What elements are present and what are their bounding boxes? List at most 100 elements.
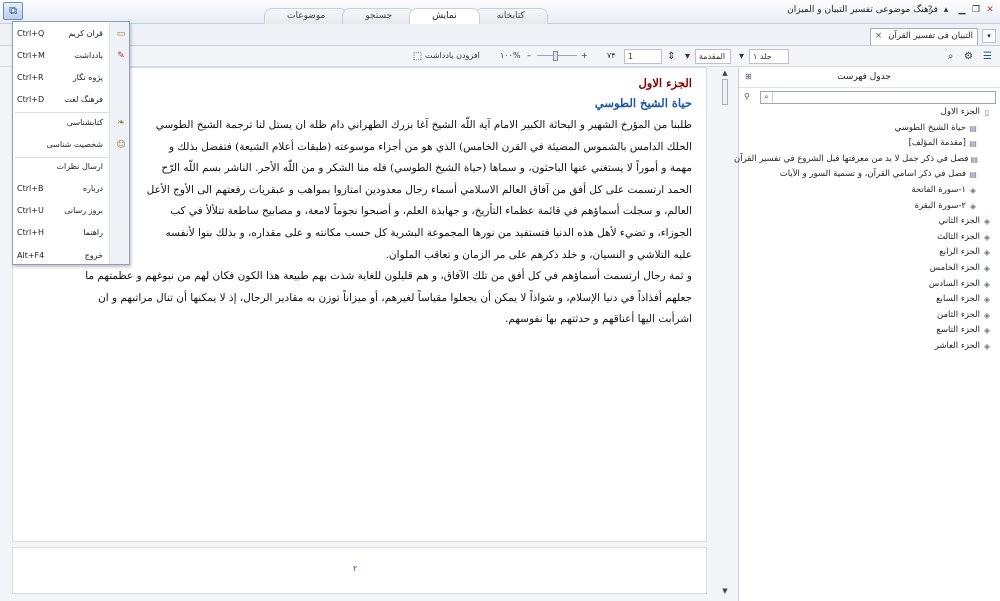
- menu-label: کتابشناسی: [66, 118, 103, 127]
- toc-item[interactable]: ▤ حياة الشيخ الطوسي: [744, 121, 992, 137]
- text-line: جعلهم أفذاذاً في دنيا الإسلام، و شواذاً …: [98, 291, 692, 304]
- toc-item[interactable]: ▤ فصل في ذكر جمل لا بد من معرفتها قبل الش…: [734, 152, 992, 168]
- toc-item[interactable]: ◈ ٢-سورة البقرة: [744, 199, 992, 215]
- volume-select[interactable]: جلد ۱: [749, 49, 789, 64]
- zoom-slider-thumb[interactable]: [553, 51, 558, 61]
- menu-item[interactable]: Alt+F4 خروج: [13, 247, 131, 265]
- menu-item[interactable]: Ctrl+H راهنما: [13, 224, 131, 242]
- toc-item-label: ٢-سورة البقرة: [914, 200, 966, 211]
- menu-shortcut: Alt+F4: [17, 251, 45, 260]
- gear-icon[interactable]: ⚙: [961, 49, 976, 64]
- text-line: و ثمة رجال ارتسمت أسماؤهم في كل أفق من ت…: [85, 270, 692, 283]
- menu-shortcut: Ctrl+D: [17, 95, 45, 104]
- list-view-icon[interactable]: ☰: [980, 49, 995, 64]
- section-dropdown-icon[interactable]: ▾: [680, 49, 695, 64]
- add-note-button[interactable]: افزودن یادداشت: [425, 49, 480, 64]
- menu-item[interactable]: Ctrl+R پژوه نگار: [13, 69, 131, 87]
- menu-item[interactable]: Ctrl+B درباره: [13, 180, 131, 198]
- toc-item[interactable]: ◈ الجزء الرابع: [744, 245, 992, 261]
- toc-item-label: فصل في ذكر اسامي القرآن، و تسمية السور و…: [779, 169, 966, 180]
- tab-search[interactable]: جستجو: [342, 8, 416, 24]
- page-icon: ▤: [970, 154, 978, 164]
- menu-label: بروز رسانی: [64, 206, 103, 215]
- menu-shortcut: Ctrl+U: [17, 206, 44, 215]
- menu-item[interactable]: Ctrl+D فرهنگ لغت: [13, 91, 131, 109]
- toc-item[interactable]: ◈ الجزء الثاني: [744, 214, 992, 230]
- maximize-button[interactable]: ❐: [970, 4, 982, 17]
- book-closed-icon: ◈: [983, 295, 991, 305]
- menu-item[interactable]: کتابشناسی ❧: [13, 114, 131, 132]
- toc-item[interactable]: ◈ الجزء الخامس: [744, 261, 992, 277]
- toc-item[interactable]: ◈ الجزء الثامن: [744, 308, 992, 324]
- find-icon[interactable]: ⌕: [943, 49, 958, 64]
- toc-item[interactable]: ◈ الجزء السابع: [744, 292, 992, 308]
- options-icon[interactable]: ▴: [940, 4, 952, 17]
- zoom-out-button[interactable]: –: [527, 49, 531, 64]
- menu-item[interactable]: Ctrl+Q قران کریم ▭: [13, 25, 131, 43]
- tab-list-chevron-icon[interactable]: ▾: [982, 29, 996, 43]
- toc-item[interactable]: ◈ ١-سورة الفاتحة: [744, 183, 992, 199]
- menu-separator: [15, 112, 109, 113]
- toc-item-label: الجزء السادس: [928, 278, 980, 289]
- toc-search-input[interactable]: ⌕: [760, 91, 996, 104]
- toc-item[interactable]: ◈ الجزء العاشر: [744, 339, 992, 355]
- toc-item-label: الجزء الثامن: [937, 309, 980, 320]
- vertical-scrollbar[interactable]: ▲ ▼: [720, 68, 730, 596]
- close-tab-icon[interactable]: ×: [875, 29, 882, 45]
- document-tab-label: التبیان فی تفسیر القرآن: [888, 31, 973, 41]
- menu-item[interactable]: Ctrl+U بروز رسانی: [13, 202, 131, 220]
- toc-item-label: الجزء السابع: [936, 294, 980, 305]
- section-select[interactable]: المقدمة: [695, 49, 731, 64]
- menu-label: فرهنگ لغت: [64, 95, 103, 104]
- scroll-up-icon[interactable]: ▲: [720, 68, 730, 78]
- tab-view[interactable]: نمایش: [409, 8, 480, 24]
- text-line: اشرأبت اليها أعناقهم و حدثتهم بها نفوسهم…: [505, 313, 692, 326]
- toc-item[interactable]: ◈ الجزء السادس: [744, 277, 992, 293]
- page-number-input[interactable]: 1: [624, 49, 662, 64]
- volume-dropdown-icon[interactable]: ▾: [734, 49, 749, 64]
- book-closed-icon: ◈: [983, 341, 991, 351]
- page-icon: ▤: [969, 139, 977, 149]
- book-closed-icon: ◈: [983, 263, 991, 273]
- page-spinner-icon[interactable]: ⇕: [664, 49, 679, 64]
- search-icon[interactable]: ⌕: [761, 92, 773, 103]
- toc-item-label: الجزء الرابع: [939, 247, 980, 258]
- toc-item[interactable]: ▤ [مقدمة المؤلف]: [744, 136, 992, 152]
- page-icon: ▤: [969, 123, 977, 133]
- toc-item[interactable]: ▤ فصل في ذكر اسامي القرآن، و تسمية السور …: [744, 167, 992, 183]
- tab-library[interactable]: کتابخانه: [473, 8, 548, 24]
- document-tab[interactable]: التبیان فی تفسیر القرآن ×: [870, 28, 978, 45]
- tools-icon[interactable]: ⚲: [744, 92, 756, 101]
- note-add-icon[interactable]: ⬚: [410, 49, 425, 64]
- page-total: ۷۴: [607, 51, 616, 60]
- toc-item-label: الجزء الثاني: [938, 216, 980, 227]
- logo-icon: ⧉: [9, 4, 17, 17]
- menu-item[interactable]: شخصیت شناسی ☺: [13, 136, 131, 154]
- menu-label: قران کریم: [68, 29, 103, 38]
- book-closed-icon: ◈: [983, 217, 991, 227]
- minimize-button[interactable]: ▁: [956, 4, 968, 17]
- zoom-percent: ۱۰۰%: [500, 51, 521, 60]
- window-title: فرهنگ موضوعی تفسیر التبیان و المیزان: [787, 5, 938, 15]
- book-open-icon: ▯: [984, 108, 990, 117]
- toc-item-label: الجزء الخامس: [929, 262, 980, 273]
- toc-item[interactable]: ◈ الجزء التاسع: [744, 323, 992, 339]
- menu-item[interactable]: Ctrl+M یادداشت ✎: [13, 47, 131, 65]
- toc-title: جدول فهرست: [837, 72, 891, 82]
- app-menu-button[interactable]: ⧉: [3, 2, 23, 20]
- zoom-in-button[interactable]: +: [581, 49, 588, 64]
- menu-shortcut: Ctrl+M: [17, 51, 45, 60]
- scroll-track[interactable]: [720, 106, 730, 586]
- toc-search: ⚲ ⌕: [744, 91, 996, 106]
- toc-item[interactable]: ▯ الجزء الاول: [744, 105, 992, 121]
- menu-item[interactable]: ارسال نظرات: [13, 158, 131, 176]
- tab-topics[interactable]: موضوعات: [264, 8, 349, 24]
- scroll-down-icon[interactable]: ▼: [720, 586, 730, 596]
- title-bar: ⧉ موضوعات جستجو نمایش کتابخانه ? ▴ فرهنگ…: [0, 0, 1000, 24]
- book-closed-icon: ◈: [983, 326, 991, 336]
- toc-item[interactable]: ◈ الجزء الثالث: [744, 230, 992, 246]
- close-button[interactable]: ✕: [984, 4, 996, 17]
- toc-item-label: [مقدمة المؤلف]: [908, 138, 966, 149]
- menu-label: یادداشت: [74, 51, 103, 60]
- scroll-thumb[interactable]: [722, 79, 728, 105]
